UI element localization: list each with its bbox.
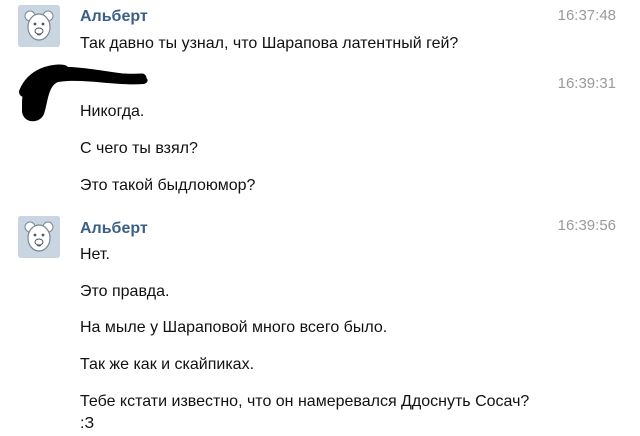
message-text: С чего ты взял? [80,140,198,157]
message-text: Тебе кстати известно, что он намеревался… [80,393,530,410]
teddy-bear-avatar-icon [18,5,60,47]
avatar[interactable] [18,216,60,258]
author-name[interactable]: Альберт [80,7,148,27]
message-text: Никогда. [80,103,145,120]
message-timestamp: 16:37:48 [557,7,616,24]
message-text: Это такой быдлоюмор? [80,177,256,194]
message-text: Так давно ты узнал, что Шарапова латентн… [80,35,459,52]
author-name[interactable]: Альберт [80,219,148,239]
message-text: :З [80,415,95,432]
avatar[interactable] [18,5,60,47]
teddy-bear-avatar-icon [18,216,60,258]
message-text: Нет. [80,246,110,263]
message-text: Это правда. [80,283,170,300]
message-text: Так же как и скайпиках. [80,356,255,373]
message-timestamp: 16:39:56 [557,217,616,234]
message-text: На мыле у Шараповой много всего было. [80,319,388,336]
message-timestamp: 16:39:31 [557,75,616,92]
